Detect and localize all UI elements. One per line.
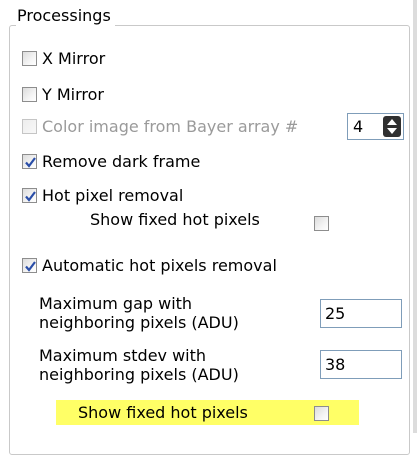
check-icon — [25, 260, 36, 272]
hot-pixel-removal-label: Hot pixel removal — [42, 185, 184, 205]
remove-dark-frame-option[interactable]: Remove dark frame — [22, 150, 200, 172]
remove-dark-frame-checkbox[interactable] — [22, 153, 37, 169]
window-edge — [413, 0, 417, 433]
y-mirror-label: Y Mirror — [42, 84, 104, 104]
bayer-option[interactable]: Color image from Bayer array # — [22, 115, 298, 137]
y-mirror-option[interactable]: Y Mirror — [22, 83, 104, 105]
y-mirror-checkbox[interactable] — [22, 86, 37, 102]
max-stdev-line1: Maximum stdev with — [39, 346, 207, 365]
show-fixed-hot-pixels-option-1[interactable] — [314, 212, 329, 234]
bayer-label: Color image from Bayer array # — [42, 116, 299, 136]
spin-up-icon[interactable] — [386, 118, 398, 126]
spin-buttons[interactable] — [383, 116, 401, 137]
x-mirror-option[interactable]: X Mirror — [22, 47, 105, 69]
max-gap-line2: neighboring pixels (ADU) — [39, 313, 239, 332]
bayer-array-value[interactable]: 4 — [353, 117, 381, 136]
hot-pixel-removal-checkbox[interactable] — [22, 187, 37, 203]
check-icon — [25, 190, 36, 202]
show-fixed-hot-pixels-checkbox-2[interactable] — [314, 405, 329, 421]
bayer-array-spinbox[interactable]: 4 — [347, 113, 404, 140]
spin-down-icon[interactable] — [386, 127, 398, 135]
x-mirror-checkbox[interactable] — [22, 50, 37, 66]
max-gap-label: Maximum gap with neighboring pixels (ADU… — [39, 294, 239, 332]
max-stdev-label: Maximum stdev with neighboring pixels (A… — [39, 346, 239, 384]
remove-dark-frame-label: Remove dark frame — [42, 151, 201, 171]
auto-hot-pixels-label: Automatic hot pixels removal — [42, 255, 277, 275]
max-gap-line1: Maximum gap with — [39, 294, 193, 313]
max-stdev-line2: neighboring pixels (ADU) — [39, 365, 239, 384]
auto-hot-pixels-checkbox[interactable] — [22, 257, 37, 273]
show-fixed-hot-pixels-label-2: Show fixed hot pixels — [78, 402, 248, 422]
show-fixed-hot-pixels-label-1: Show fixed hot pixels — [90, 209, 260, 229]
bayer-checkbox[interactable] — [22, 118, 37, 134]
check-icon — [25, 156, 36, 168]
x-mirror-label: X Mirror — [42, 48, 106, 68]
auto-hot-pixels-option[interactable]: Automatic hot pixels removal — [22, 254, 277, 276]
hot-pixel-removal-option[interactable]: Hot pixel removal — [22, 184, 183, 206]
show-fixed-hot-pixels-option-2[interactable] — [314, 402, 329, 424]
group-title: Processings — [16, 5, 115, 27]
max-gap-input[interactable]: 25 — [320, 299, 402, 328]
max-stdev-input[interactable]: 38 — [320, 350, 402, 379]
show-fixed-hot-pixels-checkbox-1[interactable] — [314, 215, 329, 231]
